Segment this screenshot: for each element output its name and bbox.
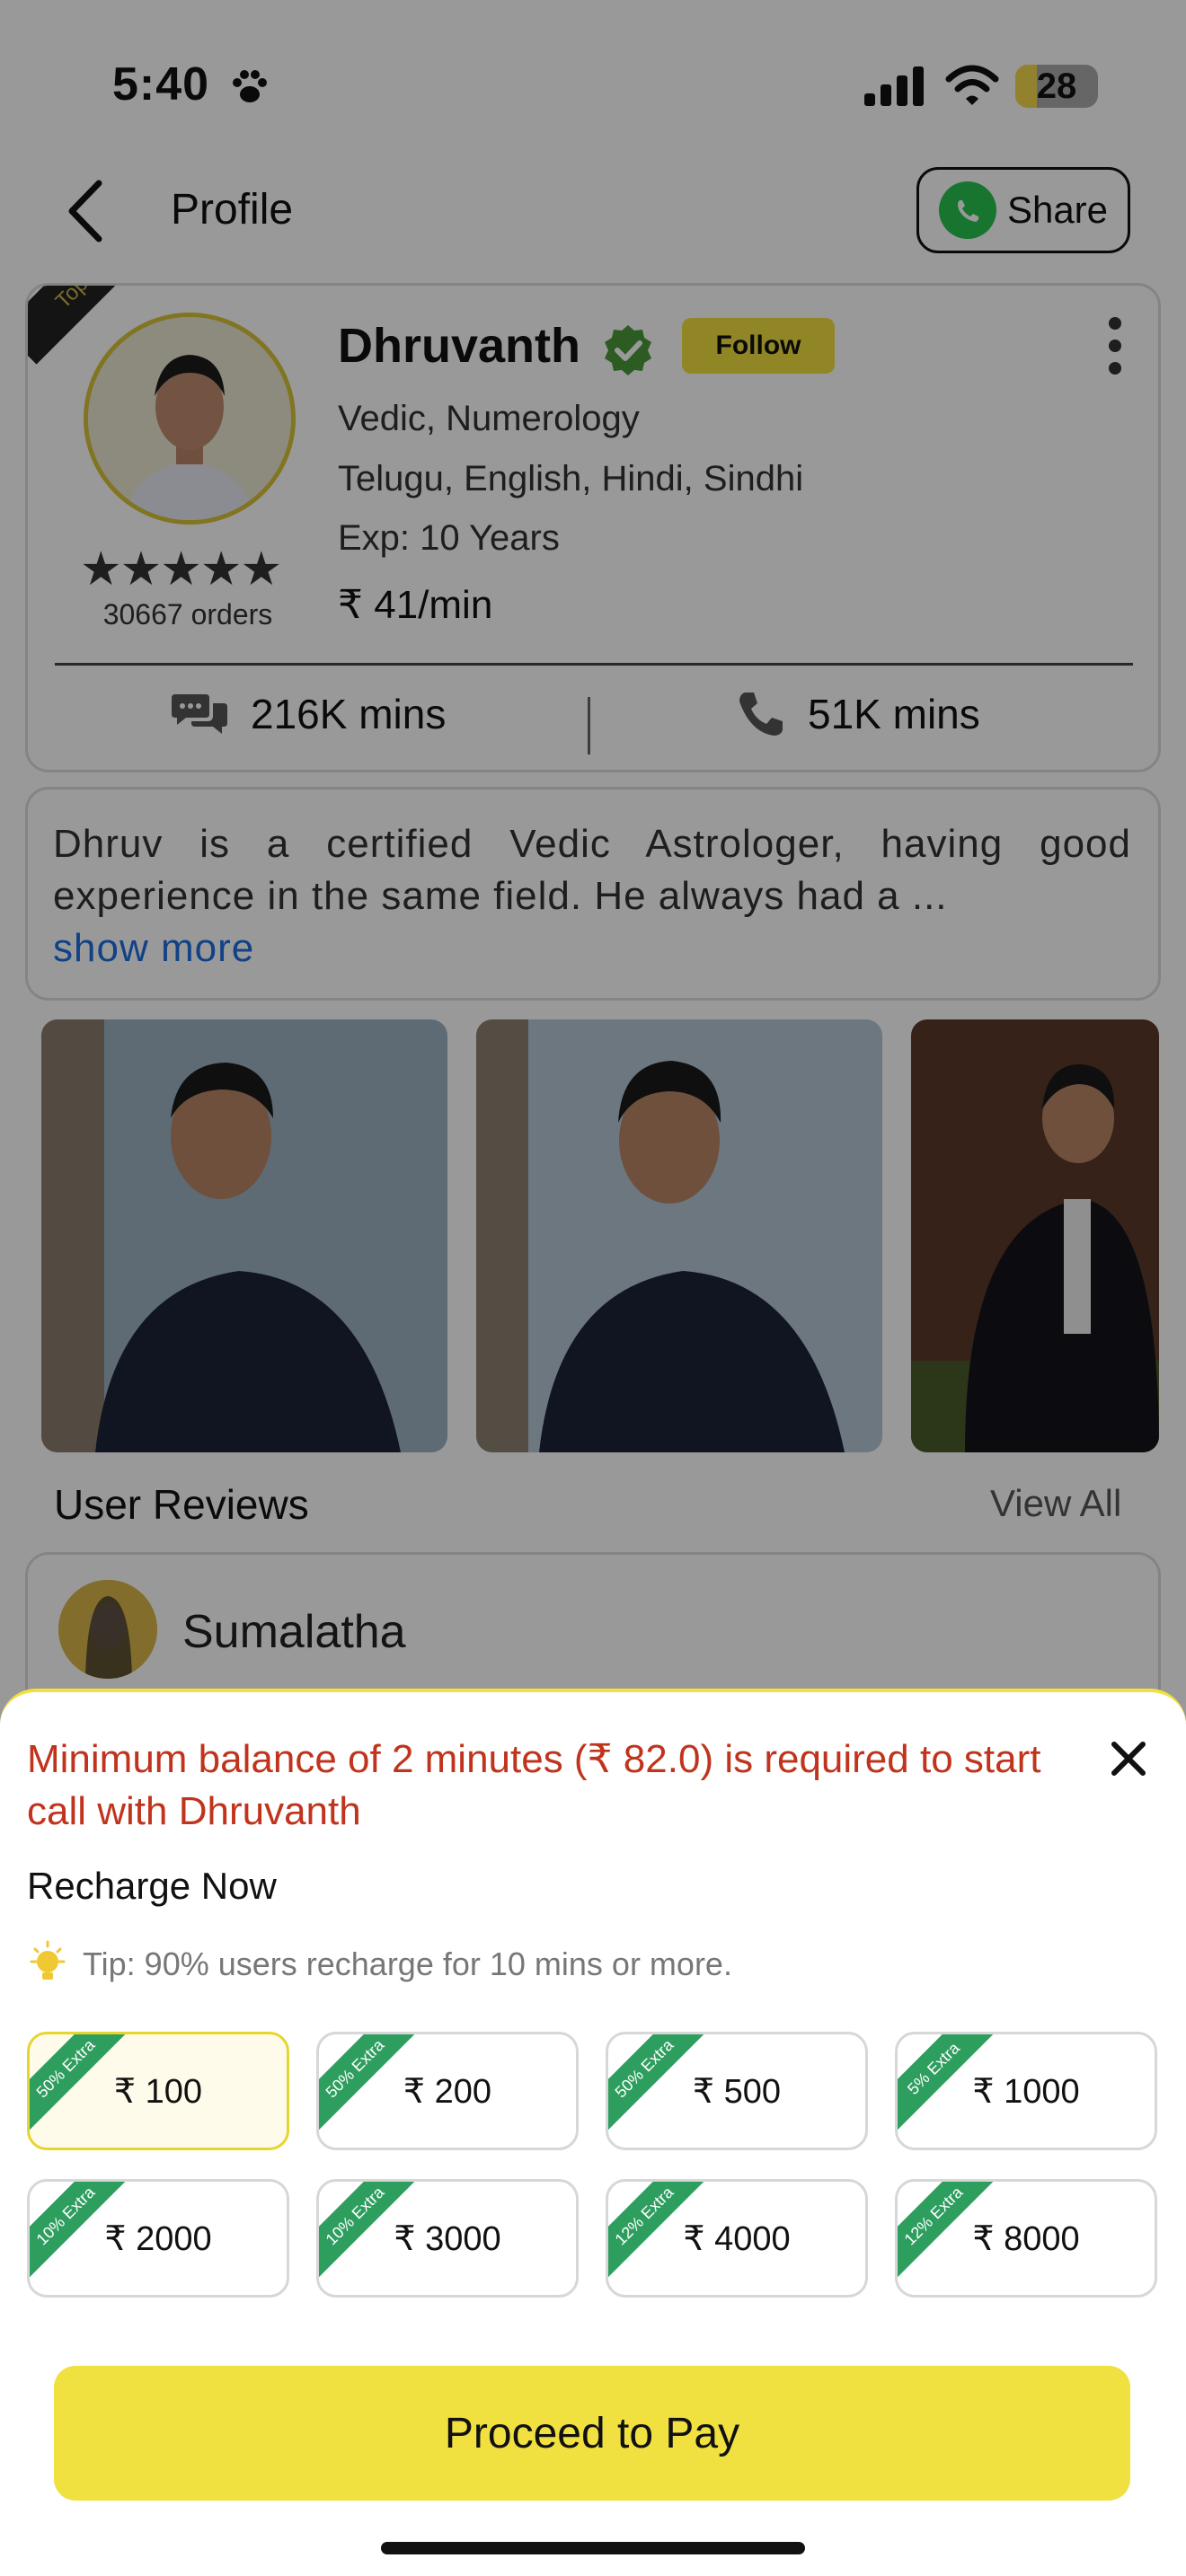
recharge-option-8000[interactable]: 12% Extra ₹ 8000 <box>895 2179 1157 2298</box>
recharge-option-500[interactable]: 50% Extra ₹ 500 <box>606 2032 868 2150</box>
minimum-balance-warning: Minimum balance of 2 minutes (₹ 82.0) is… <box>27 1737 1041 1833</box>
close-icon[interactable] <box>1103 1734 1154 1784</box>
recharge-tip: Tip: 90% users recharge for 10 mins or m… <box>83 1945 732 1982</box>
recharge-option-100[interactable]: 50% Extra ₹ 100 <box>27 2032 289 2150</box>
recharge-amount: ₹ 1000 <box>972 2072 1080 2111</box>
recharge-amount: ₹ 8000 <box>972 2219 1080 2258</box>
recharge-option-3000[interactable]: 10% Extra ₹ 3000 <box>316 2179 579 2298</box>
recharge-bottom-sheet: Minimum balance of 2 minutes (₹ 82.0) is… <box>0 1689 1186 2576</box>
recharge-option-1000[interactable]: 5% Extra ₹ 1000 <box>895 2032 1157 2150</box>
recharge-option-4000[interactable]: 12% Extra ₹ 4000 <box>606 2179 868 2298</box>
proceed-to-pay-button[interactable]: Proceed to Pay <box>54 2366 1130 2501</box>
lightbulb-icon <box>30 1940 66 1980</box>
recharge-option-200[interactable]: 50% Extra ₹ 200 <box>316 2032 579 2150</box>
recharge-title: Recharge Now <box>27 1865 277 1907</box>
recharge-amount: ₹ 3000 <box>394 2219 501 2258</box>
recharge-option-2000[interactable]: 10% Extra ₹ 2000 <box>27 2179 289 2298</box>
recharge-amount: ₹ 100 <box>113 2072 203 2111</box>
recharge-amount: ₹ 2000 <box>104 2219 212 2258</box>
recharge-amount: ₹ 4000 <box>683 2219 791 2258</box>
recharge-amount: ₹ 500 <box>692 2072 782 2111</box>
home-indicator[interactable] <box>381 2542 805 2554</box>
recharge-amount: ₹ 200 <box>403 2072 492 2111</box>
